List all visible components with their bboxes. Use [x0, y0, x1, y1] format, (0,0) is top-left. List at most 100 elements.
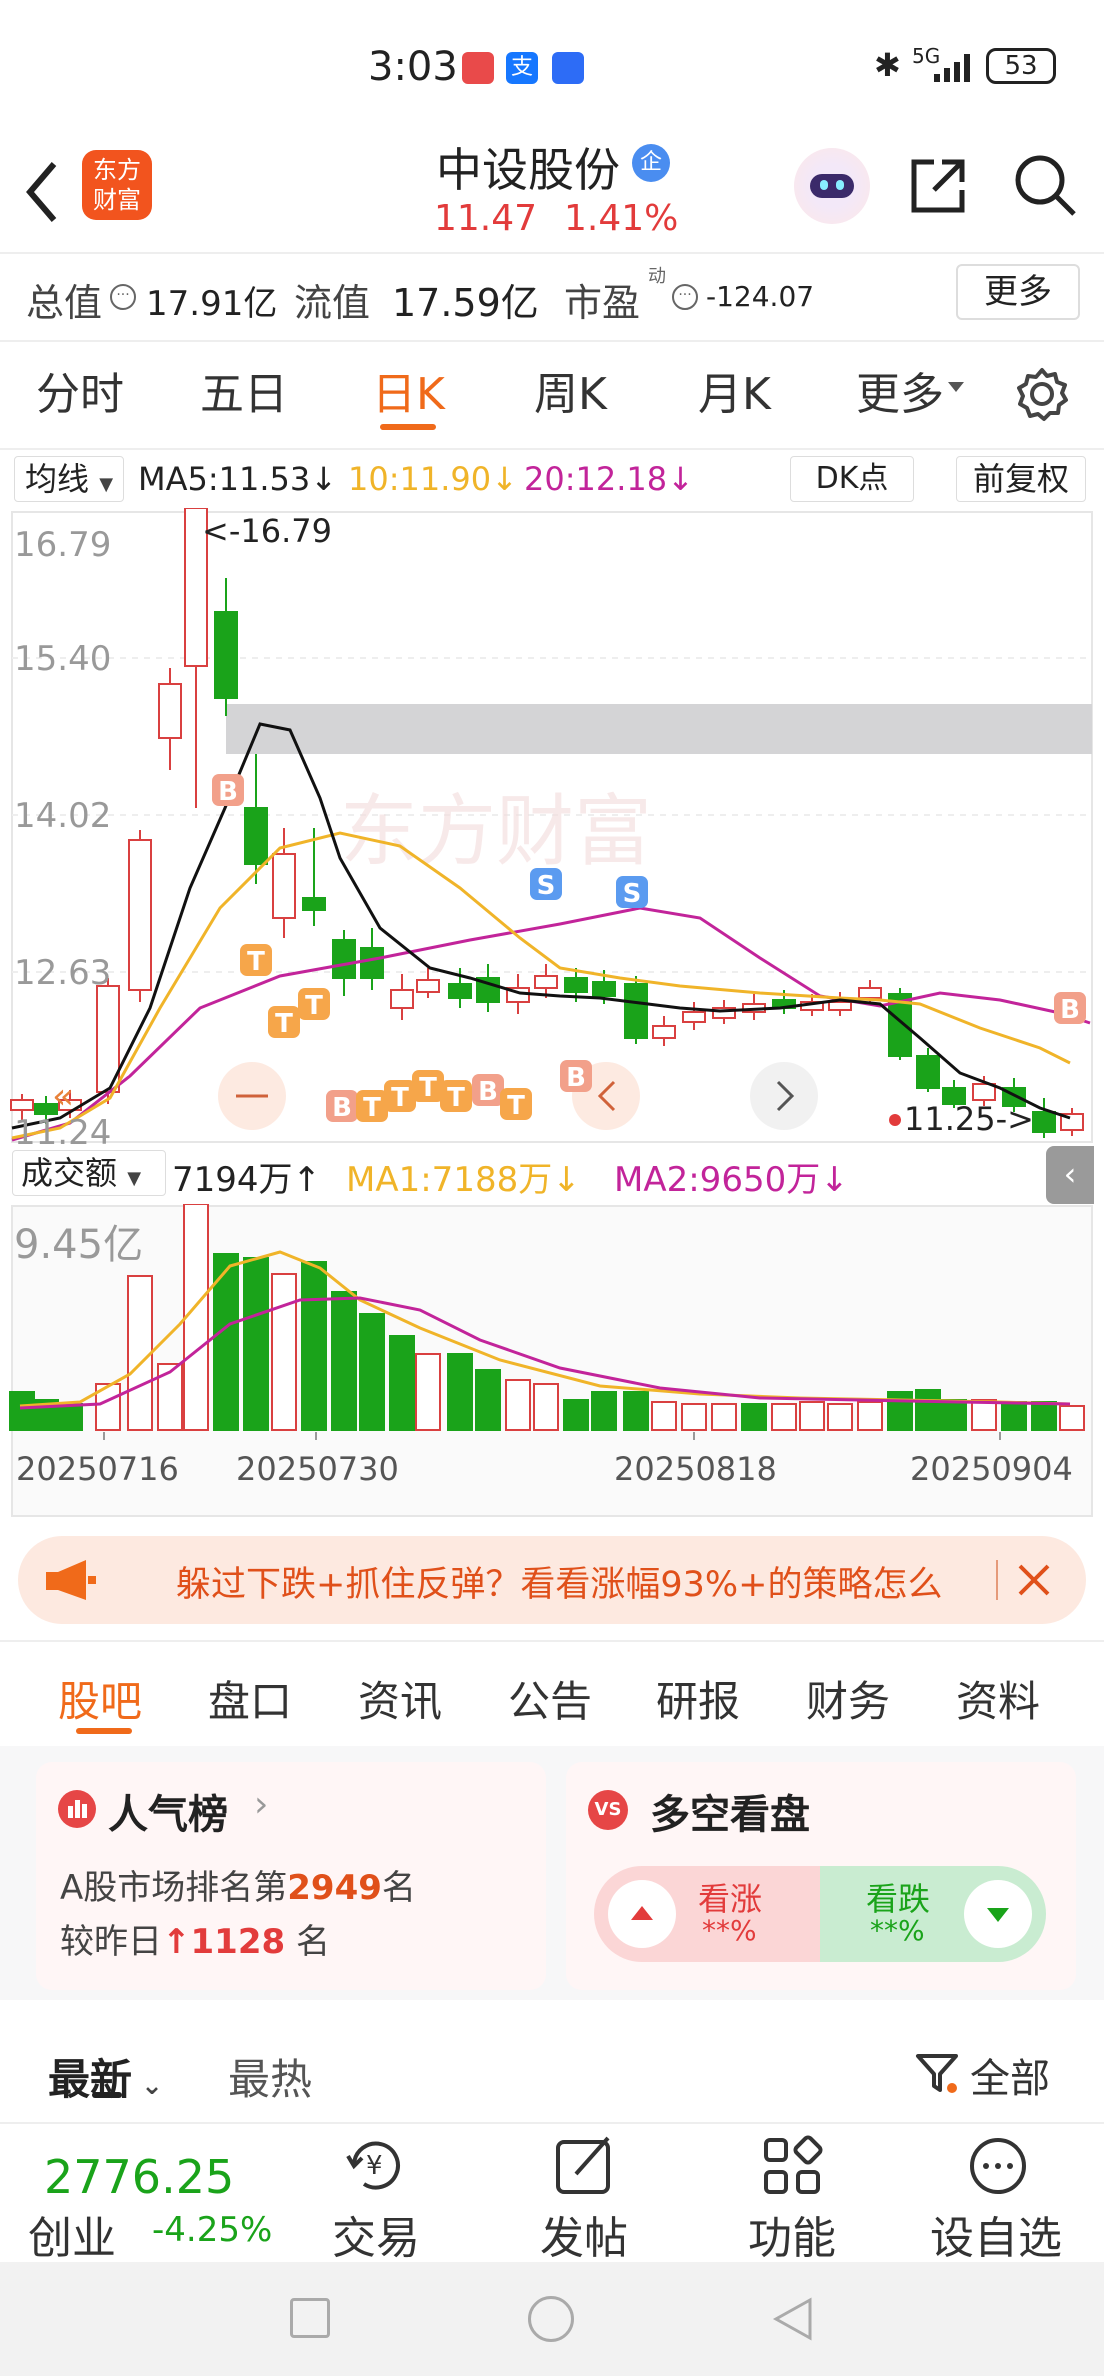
trade-marker-label: T [391, 1083, 409, 1113]
candle-body [1032, 1111, 1056, 1133]
back-nav-icon[interactable] [770, 2296, 814, 2342]
bull-arrow-icon [608, 1880, 676, 1948]
tab-news[interactable]: 资讯 [358, 1668, 442, 1729]
dk-point-button[interactable]: DK点 [790, 456, 914, 502]
volume-bar [741, 1403, 767, 1431]
bull-button[interactable]: 看涨 **% [594, 1866, 820, 1962]
post-button[interactable]: 发帖 [540, 2202, 628, 2266]
collapse-panel-button[interactable]: ‹ [1046, 1146, 1094, 1204]
candle-body [652, 1025, 676, 1039]
filter-icon[interactable] [914, 2050, 960, 2096]
pe-info-icon[interactable]: ··· [672, 284, 698, 310]
features-icon[interactable] [760, 2134, 824, 2198]
logo-line2: 财富 [93, 186, 141, 214]
candle-body [360, 947, 384, 979]
logo-line1: 东方 [93, 156, 141, 184]
ma-selector[interactable]: 均线 ▼ [14, 456, 124, 502]
rank-prefix: A股市场排名第 [60, 1868, 288, 1908]
tab-intraday[interactable]: 分时 [36, 358, 124, 422]
filter-label[interactable]: 全部 [970, 2046, 1050, 2104]
tab-five-day[interactable]: 五日 [200, 358, 288, 422]
home-icon[interactable] [528, 2296, 574, 2342]
price-axis-label: 15.40 [14, 639, 111, 679]
gear-icon[interactable] [1014, 366, 1070, 422]
promo-banner[interactable]: 躲过下跌+抓住反弹？看看涨幅93%+的策略怎么 [18, 1536, 1086, 1624]
index-name[interactable]: 创业 [28, 2202, 116, 2266]
ma20-value: 20:12.18↓ [524, 460, 694, 498]
trade-button[interactable]: 交易 [332, 2202, 420, 2266]
watchlist-button[interactable]: 设自选 [930, 2202, 1062, 2266]
back-icon[interactable] [22, 160, 62, 224]
volume-bar [651, 1401, 677, 1431]
price-axis-label: 12.63 [14, 953, 111, 993]
volume-selector-label: 成交额 [21, 1154, 118, 1192]
close-icon[interactable] [1014, 1560, 1054, 1600]
market-rank: A股市场排名第2949名 [60, 1860, 416, 1909]
scroll-right-button[interactable] [750, 1062, 818, 1130]
volume-bar [887, 1391, 913, 1431]
search-icon[interactable] [1012, 152, 1078, 218]
popularity-card[interactable]: 人气榜 › A股市场排名第2949名 较昨日↑1128 名 [36, 1762, 546, 1990]
tab-weekly-k[interactable]: 周K [534, 358, 607, 422]
section-tab-indicator [76, 1728, 132, 1734]
trade-marker-label: B [218, 777, 238, 807]
tab-forum[interactable]: 股吧 [58, 1668, 142, 1729]
adjust-button[interactable]: 前复权 [956, 456, 1086, 502]
info-icon[interactable]: ··· [110, 284, 136, 310]
change-value: 1128 [190, 1922, 286, 1962]
arrow-up-icon: ↑ [162, 1922, 191, 1962]
rank-change: 较昨日↑1128 名 [60, 1914, 330, 1963]
watchlist-icon[interactable] [966, 2134, 1030, 2198]
volume-bar [771, 1403, 797, 1431]
volume-bar [57, 1403, 83, 1431]
chevron-right-icon: › [254, 1784, 269, 1825]
scroll-far-left-icon[interactable]: « [52, 1076, 74, 1117]
price-axis-label: 16.79 [14, 525, 111, 565]
tab-more[interactable]: 更多 [856, 358, 944, 422]
trade-marker-label: T [247, 947, 265, 977]
trade-icon[interactable]: ¥ [344, 2134, 410, 2196]
tab-finance[interactable]: 财务 [806, 1668, 890, 1729]
share-icon[interactable] [906, 154, 970, 218]
volume-bar [1031, 1401, 1057, 1431]
recent-apps-icon[interactable] [290, 2298, 330, 2338]
candle-body [272, 853, 296, 919]
bull-bear-card[interactable]: VS 多空看盘 看涨 **% 看跌 **% [566, 1762, 1076, 1990]
tab-orderbook[interactable]: 盘口 [208, 1668, 292, 1729]
active-tab-indicator [380, 424, 436, 430]
volume-chart[interactable]: 9.45亿 20250716 20250730 20250818 2025090… [0, 1204, 1104, 1524]
candle-body [390, 989, 414, 1009]
tab-research[interactable]: 研报 [656, 1668, 740, 1729]
trade-marker-label: B [1060, 995, 1080, 1025]
volume-bar [827, 1403, 853, 1431]
trade-marker-label: S [623, 879, 642, 909]
tab-daily-k[interactable]: 日K [372, 358, 445, 422]
date-label-4: 20250904 [910, 1450, 1073, 1488]
feed-tab-hot[interactable]: 最热 [228, 2046, 312, 2107]
robot-avatar-icon[interactable] [794, 148, 870, 224]
index-value[interactable]: 2776.25 [44, 2150, 234, 2204]
more-button[interactable]: 更多 [956, 264, 1080, 320]
pe-value: -124.07 [706, 280, 815, 313]
status-time: 3:03 [368, 44, 458, 90]
tab-monthly-k[interactable]: 月K [698, 358, 771, 422]
resistance-band [226, 704, 1092, 754]
volume-bar [591, 1391, 617, 1431]
bear-button[interactable]: 看跌 **% [820, 1866, 1046, 1962]
tab-announcements[interactable]: 公告 [508, 1668, 592, 1729]
post-icon[interactable] [552, 2132, 618, 2198]
divider [0, 252, 1104, 254]
tab-profile[interactable]: 资料 [956, 1668, 1040, 1729]
features-button[interactable]: 功能 [748, 2202, 836, 2266]
volume-selector[interactable]: 成交额 ▼ [12, 1150, 166, 1196]
candle-body [416, 979, 440, 993]
volume-bar [359, 1313, 385, 1431]
ma10-text: 10:11.90 [348, 460, 492, 498]
trade-marker-label: B [478, 1077, 498, 1107]
candle-body [682, 1011, 706, 1023]
volume-bar [127, 1275, 153, 1431]
volume-bar [243, 1257, 269, 1431]
volume-bar [475, 1369, 501, 1431]
volume-bar [915, 1389, 941, 1431]
volume-bar [389, 1335, 415, 1431]
